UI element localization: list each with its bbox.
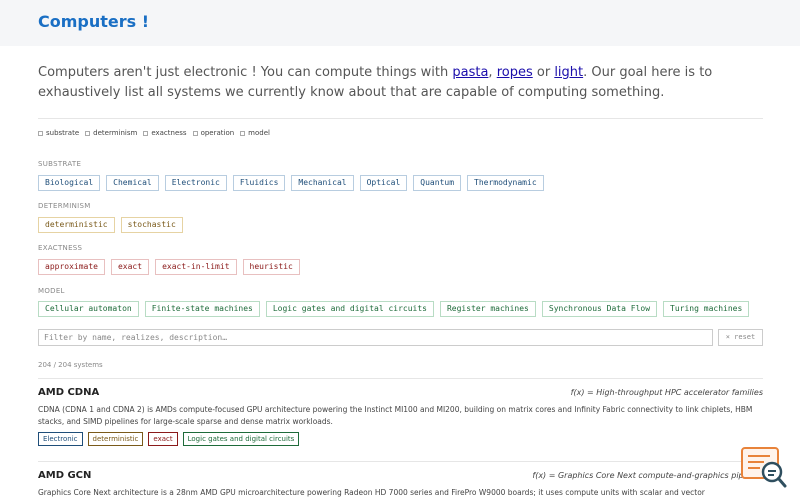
legend-label: operation [200, 129, 235, 137]
entry-tag-determinism[interactable]: deterministic [87, 432, 144, 446]
legend-swatch [85, 130, 91, 136]
chip-approximate[interactable]: approximate [38, 259, 105, 275]
chip-optical[interactable]: Optical [359, 175, 408, 191]
legend-swatch [38, 130, 43, 136]
model-group-label: MODEL [38, 287, 65, 295]
link-pasta[interactable]: pasta [452, 65, 488, 80]
link-ropes[interactable]: ropes [497, 65, 533, 80]
exactness-group-label: EXACTNESS [38, 244, 83, 252]
chip-chemical[interactable]: Chemical [106, 175, 159, 191]
legend-label: determinism [93, 129, 138, 137]
system-entry: AMD GCN f(x) = Graphics Core Next comput… [38, 470, 763, 499]
determinism-filter-chips: deterministic stochastic [38, 217, 183, 233]
divider [38, 461, 763, 462]
intro-text: Computers aren't just electronic ! You c… [38, 65, 453, 80]
determinism-group-label: DETERMINISM [38, 202, 91, 210]
chip-biological[interactable]: Biological [38, 175, 101, 191]
chip-logic-gates[interactable]: Logic gates and digital circuits [265, 301, 434, 317]
page-title: Computers ! [38, 12, 150, 31]
filter-input[interactable] [38, 329, 713, 346]
intro-comma: , [488, 65, 497, 80]
system-entry: AMD CDNA f(x) = High-throughput HPC acce… [38, 387, 763, 446]
chip-deterministic[interactable]: deterministic [38, 217, 115, 233]
entry-tag-model[interactable]: Logic gates and digital circuits [182, 432, 300, 446]
entry-tag-substrate[interactable]: Electronic [38, 432, 83, 446]
entry-tags: Electronic deterministic exact Logic gat… [38, 432, 763, 446]
chip-finite-state-machines[interactable]: Finite-state machines [144, 301, 260, 317]
divider [38, 378, 763, 379]
entry-header: AMD CDNA f(x) = High-throughput HPC acce… [38, 387, 763, 398]
chip-exact-in-limit[interactable]: exact-in-limit [155, 259, 237, 275]
search-magnifier-badge-icon[interactable] [740, 446, 788, 490]
substrate-group-label: SUBSTRATE [38, 160, 82, 168]
entry-function: f(x) = High-throughput HPC accelerator f… [570, 388, 763, 397]
legend-label: exactness [151, 129, 187, 137]
chip-mechanical[interactable]: Mechanical [291, 175, 354, 191]
divider [38, 118, 763, 119]
intro-paragraph: Computers aren't just electronic ! You c… [38, 63, 768, 103]
entry-header: AMD GCN f(x) = Graphics Core Next comput… [38, 470, 763, 481]
entry-name: AMD GCN [38, 470, 92, 481]
link-light[interactable]: light [554, 65, 583, 80]
chip-exact[interactable]: exact [110, 259, 150, 275]
model-filter-chips: Cellular automaton Finite-state machines… [38, 301, 750, 317]
legend-item-model: model [240, 129, 270, 137]
entry-name: AMD CDNA [38, 387, 100, 398]
chip-quantum[interactable]: Quantum [413, 175, 462, 191]
legend-item-operation: operation [192, 129, 235, 137]
entry-description: Graphics Core Next architecture is a 28n… [38, 488, 705, 497]
substrate-filter-chips: Biological Chemical Electronic Fluidics … [38, 175, 544, 191]
results-count: 204 / 204 systems [38, 361, 103, 369]
intro-or: or [532, 65, 555, 80]
chip-heuristic[interactable]: heuristic [242, 259, 300, 275]
chip-register-machines[interactable]: Register machines [439, 301, 536, 317]
page-header: Computers ! [0, 0, 800, 46]
chip-thermodynamic[interactable]: Thermodynamic [467, 175, 544, 191]
chip-stochastic[interactable]: stochastic [120, 217, 183, 233]
legend-item-substrate: substrate [38, 129, 79, 137]
entry-function: f(x) = Graphics Core Next compute-and-gr… [532, 471, 763, 480]
exactness-filter-chips: approximate exact exact-in-limit heurist… [38, 259, 300, 275]
chip-fluidics[interactable]: Fluidics [232, 175, 286, 191]
legend-label: model [248, 129, 270, 137]
legend-swatch [240, 130, 246, 136]
legend: substrate determinism exactness operatio… [38, 129, 270, 137]
entry-tag-exactness[interactable]: exact [148, 432, 178, 446]
reset-button[interactable]: × reset [718, 329, 763, 346]
legend-swatch [143, 130, 149, 136]
chip-cellular-automaton[interactable]: Cellular automaton [38, 301, 139, 317]
legend-item-determinism: determinism [85, 129, 137, 137]
chip-turing-machines[interactable]: Turing machines [663, 301, 750, 317]
legend-label: substrate [46, 129, 80, 137]
legend-swatch [192, 130, 198, 136]
chip-synchronous-data-flow[interactable]: Synchronous Data Flow [541, 301, 658, 317]
entry-description: CDNA (CDNA 1 and CDNA 2) is AMDs compute… [38, 405, 753, 426]
legend-item-exactness: exactness [143, 129, 187, 137]
chip-electronic[interactable]: Electronic [164, 175, 227, 191]
